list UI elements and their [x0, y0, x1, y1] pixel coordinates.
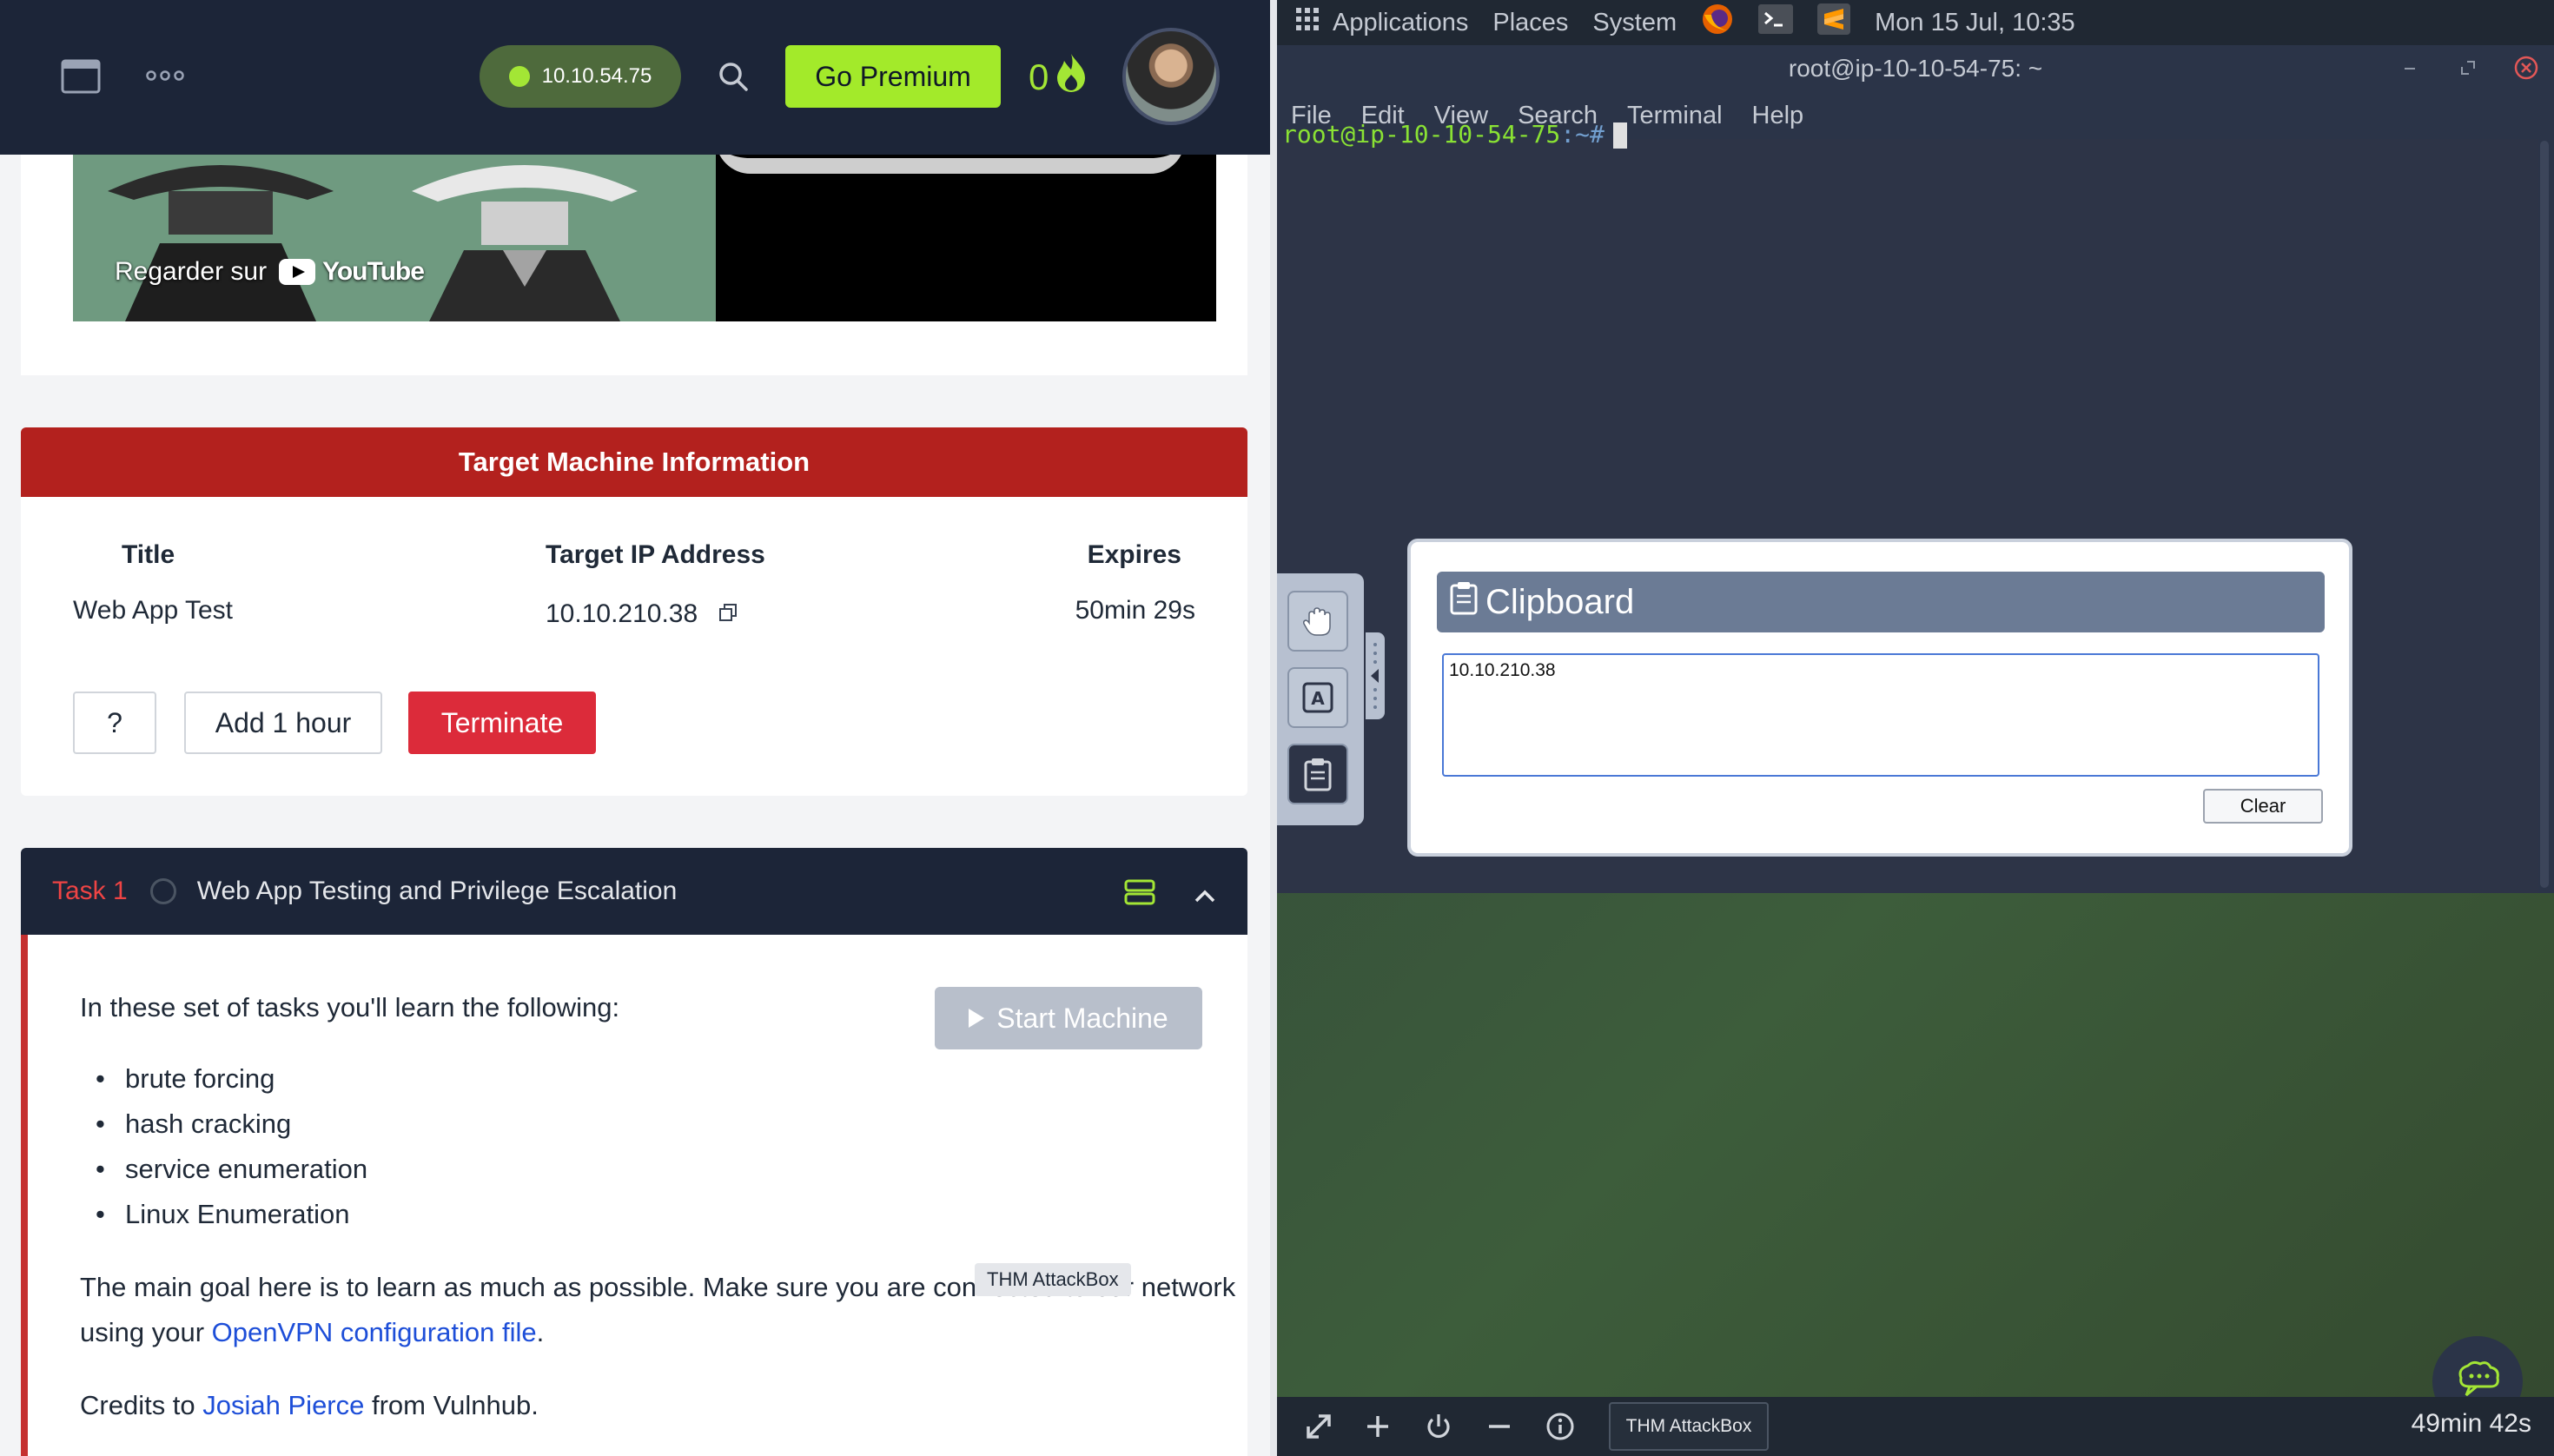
task-content: In these set of tasks you'll learn the f… [21, 935, 1247, 1456]
openvpn-config-link[interactable]: OpenVPN configuration file [212, 1317, 537, 1347]
plus-icon[interactable] [1360, 1409, 1395, 1444]
menu-help[interactable]: Help [1752, 102, 1804, 130]
col-expires-header: Expires [1087, 540, 1181, 569]
avatar[interactable] [1122, 28, 1220, 125]
clipboard-panel: Clipboard 10.10.210.38 Clear [1407, 539, 2352, 857]
minimize-icon[interactable] [2403, 57, 2417, 82]
terminal-title: root@ip-10-10-54-75: ~ [1788, 55, 2043, 82]
close-icon[interactable] [2514, 56, 2538, 86]
top-navbar: 10.10.54.75 Go Premium 0 [0, 0, 1270, 155]
list-item: brute forcing [96, 1063, 275, 1095]
youtube-logo: YouTube [279, 257, 425, 287]
remote-toolbox: A [1277, 573, 1364, 825]
sublime-text-icon[interactable] [1817, 3, 1851, 42]
video-thumbnail [73, 155, 716, 321]
connected-dot-icon [508, 66, 530, 87]
task-list-icon[interactable] [1124, 879, 1155, 912]
task-title: Web App Testing and Privilege Escalation [196, 877, 678, 905]
white-hat-spy-icon [412, 165, 638, 321]
clock[interactable]: Mon 15 Jul, 10:35 [1875, 9, 2075, 37]
svg-text:A: A [1311, 688, 1325, 709]
fullscreen-icon[interactable] [1301, 1409, 1336, 1444]
copy-icon[interactable] [718, 599, 738, 629]
chevron-up-icon[interactable] [1194, 881, 1216, 910]
terminal-launcher-icon[interactable] [1758, 4, 1794, 41]
streak-counter[interactable]: 0 [1029, 52, 1088, 103]
list-item: service enumeration [96, 1154, 367, 1185]
apps-grid-icon[interactable] [1296, 8, 1319, 37]
help-button[interactable]: ? [73, 692, 156, 754]
keyboard-input-tool[interactable]: A [1287, 667, 1348, 728]
room-pane: 10.10.54.75 Go Premium 0 Regarder sur Yo… [0, 0, 1270, 1456]
video-title-area [716, 155, 1216, 321]
attackbox-bottom-bar: THM AttackBox 49min 42s [1277, 1397, 2554, 1456]
machine-title: Web App Test [73, 596, 234, 625]
start-machine-button[interactable]: Start Machine [935, 987, 1202, 1049]
machine-expires: 50min 29s [1075, 596, 1195, 625]
go-premium-button[interactable]: Go Premium [785, 45, 1001, 108]
watch-on-label: Regarder sur [115, 257, 268, 286]
menu-places[interactable]: Places [1492, 9, 1568, 37]
shell-prompt: root@ip-10-10-54-75:~# [1282, 120, 1627, 149]
clipboard-title: Clipboard [1485, 582, 1635, 621]
youtube-embed[interactable]: Regarder sur YouTube [73, 155, 1216, 321]
search-icon[interactable] [718, 61, 749, 96]
clipboard-tool[interactable] [1287, 744, 1348, 804]
list-item: hash cracking [96, 1109, 291, 1140]
target-ip[interactable]: 10.10.210.38 [546, 599, 698, 629]
vpn-ip: 10.10.54.75 [541, 64, 652, 88]
desktop-top-panel: Applications Places System Mon 15 Jul, 1… [1277, 0, 2554, 45]
window-icon[interactable] [61, 59, 101, 98]
menu-terminal[interactable]: Terminal [1627, 102, 1723, 130]
task-header[interactable]: Task 1 Web App Testing and Privilege Esc… [21, 848, 1247, 935]
video-card: Regarder sur YouTube [21, 155, 1247, 375]
more-options-icon[interactable] [146, 69, 184, 85]
toolbox-collapse-handle[interactable] [1366, 632, 1385, 719]
info-icon[interactable] [1543, 1409, 1578, 1444]
col-ip-header: Target IP Address [546, 540, 765, 569]
streak-count: 0 [1029, 56, 1049, 97]
clipboard-textarea[interactable]: 10.10.210.38 [1442, 653, 2319, 777]
split-divider[interactable] [1270, 0, 1277, 1456]
author-link[interactable]: Josiah Pierce [202, 1390, 364, 1420]
list-item: Linux Enumeration [96, 1199, 349, 1230]
spy-figure-icon [108, 165, 334, 321]
terminal-titlebar[interactable]: root@ip-10-10-54-75: ~ [1277, 45, 2554, 92]
target-machine-heading: Target Machine Information [21, 427, 1247, 497]
firefox-icon[interactable] [1701, 3, 1734, 43]
maximize-icon[interactable] [2460, 57, 2476, 82]
clipboard-icon [1449, 580, 1479, 624]
clear-button[interactable]: Clear [2203, 789, 2323, 824]
terminal-scrollbar[interactable] [2540, 141, 2549, 888]
add-hour-button[interactable]: Add 1 hour [184, 692, 382, 754]
youtube-play-icon [279, 259, 316, 285]
minus-icon[interactable] [1482, 1409, 1517, 1444]
target-machine-card: Target Machine Information Title Target … [21, 427, 1247, 796]
menu-applications[interactable]: Applications [1333, 9, 1468, 37]
task-number: Task 1 [52, 877, 128, 905]
clipboard-header: Clipboard [1437, 572, 2325, 632]
drag-hand-tool[interactable] [1287, 591, 1348, 652]
text-cursor [1612, 122, 1627, 149]
play-icon [969, 1009, 985, 1028]
attackbox-tooltip: THM AttackBox [975, 1263, 1131, 1296]
menu-system[interactable]: System [1592, 9, 1677, 37]
terminate-button[interactable]: Terminate [408, 692, 596, 754]
attackbox-tab[interactable]: THM AttackBox [1609, 1402, 1769, 1451]
task-intro: In these set of tasks you'll learn the f… [80, 992, 620, 1023]
goal-line-2: using your OpenVPN configuration file. [80, 1317, 545, 1347]
power-icon[interactable] [1421, 1409, 1456, 1444]
task-status-icon [149, 878, 176, 904]
flame-icon [1054, 52, 1088, 103]
session-timer: 49min 42s [2411, 1409, 2531, 1438]
credits-line: Credits to Josiah Pierce from Vulnhub. [80, 1390, 539, 1420]
watch-on-youtube[interactable]: Regarder sur YouTube [115, 257, 425, 287]
col-title-header: Title [122, 540, 175, 569]
vpn-status-pill[interactable]: 10.10.54.75 [480, 45, 681, 108]
